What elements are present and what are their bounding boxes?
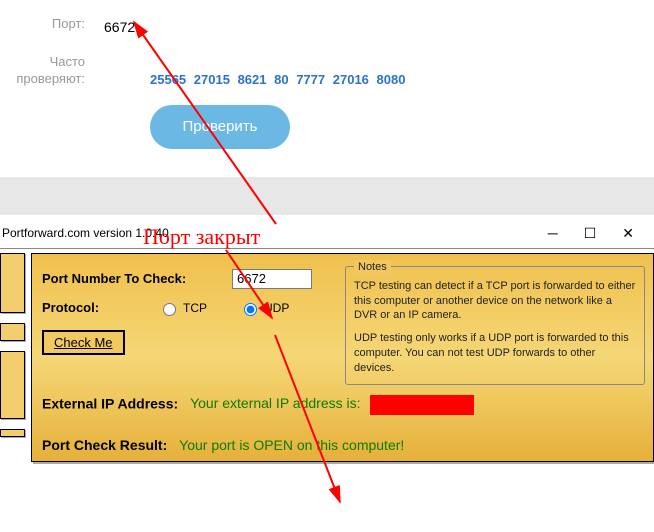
- minimize-button[interactable]: ─: [548, 225, 558, 242]
- left-panel-strip: [0, 249, 25, 462]
- port-label: Порт:: [0, 12, 95, 33]
- freq-port-link[interactable]: 80: [274, 72, 288, 87]
- notes-box: Notes TCP testing can detect if a TCP po…: [345, 266, 645, 385]
- notes-text-1: TCP testing can detect if a TCP port is …: [354, 279, 636, 324]
- result-row: Port Check Result: Your port is OPEN on …: [42, 437, 643, 453]
- external-ip-value: Your external IP address is:: [190, 395, 360, 411]
- frequent-ports: 25565 27015 8621 80 7777 27016 8080: [150, 68, 654, 87]
- freq-port-link[interactable]: 27016: [333, 72, 369, 87]
- strip-block: [0, 351, 25, 419]
- strip-block: [0, 429, 25, 437]
- freq-label: Часто проверяют:: [0, 50, 95, 88]
- separator-bar: [0, 177, 654, 215]
- port-number-label: Port Number To Check:: [42, 271, 232, 286]
- result-label: Port Check Result:: [42, 437, 167, 453]
- freq-port-link[interactable]: 7777: [296, 72, 325, 87]
- portforward-panel: Port Number To Check: Protocol: TCP UDP …: [31, 253, 654, 462]
- protocol-udp-radio[interactable]: UDP: [239, 300, 289, 316]
- strip-block: [0, 253, 25, 313]
- annotation-port-closed: Порт закрыт: [143, 224, 260, 250]
- close-button[interactable]: ✕: [622, 225, 634, 242]
- maximize-button[interactable]: ☐: [584, 225, 597, 242]
- freq-port-link[interactable]: 25565: [150, 72, 186, 87]
- redacted-ip: [370, 395, 474, 415]
- check-me-button[interactable]: Check Me: [42, 330, 125, 355]
- notes-text-2: UDP testing only works if a UDP port is …: [354, 331, 636, 376]
- freq-port-link[interactable]: 27015: [194, 72, 230, 87]
- freq-port-link[interactable]: 8080: [377, 72, 406, 87]
- window-titlebar: Portforward.com version 1.0.40 ─ ☐ ✕: [0, 219, 654, 249]
- result-value: Your port is OPEN on this computer!: [179, 437, 404, 453]
- web-port-checker: Порт: Часто проверяют: 25565 27015 8621 …: [0, 0, 654, 215]
- check-button[interactable]: Проверить: [150, 105, 290, 149]
- protocol-tcp-text: TCP: [183, 301, 207, 315]
- protocol-label: Protocol:: [42, 300, 154, 315]
- port-input[interactable]: [95, 12, 440, 42]
- notes-legend: Notes: [354, 260, 391, 275]
- freq-port-link[interactable]: 8621: [238, 72, 267, 87]
- protocol-udp-text: UDP: [264, 301, 289, 315]
- external-ip-label: External IP Address:: [42, 395, 178, 411]
- window-body: Port Number To Check: Protocol: TCP UDP …: [0, 249, 654, 462]
- strip-block: [0, 323, 25, 341]
- port-number-input[interactable]: [232, 269, 312, 289]
- protocol-tcp-radio[interactable]: TCP: [158, 300, 207, 316]
- external-ip-row: External IP Address: Your external IP ad…: [42, 395, 643, 415]
